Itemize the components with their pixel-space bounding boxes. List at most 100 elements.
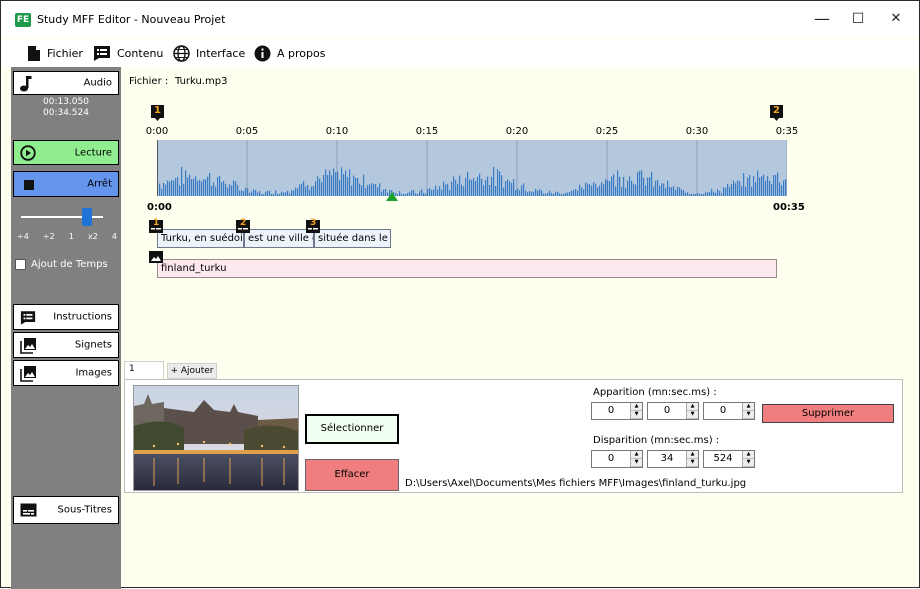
subtitle-block[interactable]: est une ville d <box>244 229 314 248</box>
waveform-bar <box>423 192 425 196</box>
close-button[interactable]: ✕ <box>881 7 911 31</box>
image-marker-icon[interactable] <box>149 251 163 263</box>
subtitles-button[interactable]: Sous-Titres <box>13 496 119 524</box>
waveform-bar <box>759 177 761 196</box>
waveform-bar <box>435 185 437 196</box>
play-circle-icon <box>20 145 36 161</box>
waveform-bar <box>717 189 719 196</box>
menu-about[interactable]: A propos <box>254 43 325 63</box>
waveform-bar <box>589 184 591 196</box>
select-image-button[interactable]: Sélectionner <box>305 414 399 444</box>
subtitle-text: est une ville d <box>248 233 314 244</box>
add-image-tab[interactable]: + Ajouter <box>167 363 217 379</box>
subtitle-index: 3 <box>310 218 317 228</box>
disappear-minutes-value[interactable]: 0 <box>592 451 630 467</box>
spin-down-icon[interactable]: ▼ <box>687 459 698 467</box>
waveform-bar <box>619 176 621 196</box>
appear-minutes-value[interactable]: 0 <box>592 403 630 419</box>
waveform-bar <box>511 182 513 196</box>
waveform-bar <box>581 187 583 196</box>
delete-image-button[interactable]: Supprimer <box>762 404 894 423</box>
subtitle-marker-icon[interactable]: 1 <box>149 218 163 233</box>
waveform-bar <box>537 190 539 196</box>
appear-ms-value[interactable]: 0 <box>704 403 742 419</box>
appear-seconds-value[interactable]: 0 <box>648 403 686 419</box>
spin-down-icon[interactable]: ▼ <box>743 411 754 419</box>
waveform-bar <box>781 185 783 196</box>
spin-up-icon[interactable]: ▲ <box>743 403 754 411</box>
images-button[interactable]: Images <box>13 360 119 386</box>
timeline-tick-label: 0:25 <box>595 126 619 137</box>
appear-label: Apparition (mn:sec.ms) : <box>593 387 717 398</box>
waveform-bar <box>709 191 711 196</box>
spin-down-icon[interactable]: ▼ <box>687 411 698 419</box>
stop-button[interactable]: Arrêt <box>13 171 119 197</box>
add-time-checkbox[interactable]: Ajout de Temps <box>15 259 108 270</box>
menu-file[interactable]: Fichier <box>27 43 83 63</box>
disappear-seconds-value[interactable]: 34 <box>648 451 686 467</box>
spin-up-icon[interactable]: ▲ <box>631 403 642 411</box>
waveform-bar <box>171 180 173 196</box>
bookmarks-button[interactable]: Signets <box>13 332 119 358</box>
disappear-seconds-spinner[interactable]: 34 ▲ ▼ <box>647 450 699 468</box>
menu-content[interactable]: Contenu <box>93 43 163 63</box>
menu-interface[interactable]: Interface <box>173 43 245 63</box>
waveform-bar <box>191 179 193 196</box>
waveform-bar <box>237 184 239 196</box>
subtitle-block[interactable]: située dans le S <box>314 229 391 248</box>
waveform-bar <box>691 194 693 196</box>
start-marker[interactable]: 1 <box>151 105 164 121</box>
audio-waveform[interactable] <box>156 140 788 196</box>
spin-up-icon[interactable]: ▲ <box>687 451 698 459</box>
menu-interface-label: Interface <box>196 46 246 60</box>
instructions-button[interactable]: Instructions <box>13 304 119 330</box>
spin-down-icon[interactable]: ▼ <box>631 459 642 467</box>
appear-ms-spinner[interactable]: 0 ▲ ▼ <box>703 402 755 420</box>
add-time-checkbox-box[interactable] <box>15 259 26 270</box>
speed-slider-thumb[interactable] <box>82 208 92 226</box>
audio-button[interactable]: Audio <box>13 71 119 95</box>
disappear-ms-spinner[interactable]: 524 ▲ ▼ <box>703 450 755 468</box>
waveform-bar <box>159 183 161 196</box>
start-marker-label: 1 <box>154 105 161 116</box>
appear-seconds-spinner[interactable]: 0 ▲ ▼ <box>647 402 699 420</box>
maximize-button[interactable]: ☐ <box>843 7 873 31</box>
waveform-bar <box>499 171 501 196</box>
waveform-bar <box>441 189 443 196</box>
minimize-button[interactable]: — <box>807 7 837 31</box>
waveform-bar <box>351 185 353 196</box>
spin-up-icon[interactable]: ▲ <box>687 403 698 411</box>
waveform-bar <box>475 180 477 196</box>
disappear-minutes-spinner[interactable]: 0 ▲ ▼ <box>591 450 643 468</box>
spin-up-icon[interactable]: ▲ <box>631 451 642 459</box>
play-button[interactable]: Lecture <box>13 140 119 165</box>
subtitle-marker-icon[interactable]: 2 <box>236 218 250 233</box>
image-tab-1[interactable]: 1 <box>124 361 164 379</box>
image-track-block[interactable]: finland_turku <box>157 259 777 278</box>
waveform-bar <box>553 194 555 196</box>
waveform-bar <box>711 188 713 196</box>
file-name: Turku.mp3 <box>175 76 228 87</box>
playhead-marker[interactable] <box>385 192 398 201</box>
subtitle-marker-icon[interactable]: 3 <box>306 218 320 233</box>
appear-minutes-spinner[interactable]: 0 ▲ ▼ <box>591 402 643 420</box>
waveform-bar <box>633 183 635 196</box>
waveform-bar <box>399 191 401 196</box>
spin-down-icon[interactable]: ▼ <box>631 411 642 419</box>
waveform-bar <box>715 192 717 196</box>
waveform-bar <box>345 170 347 196</box>
waveform-bar <box>731 183 733 196</box>
spin-up-icon[interactable]: ▲ <box>743 451 754 459</box>
end-marker[interactable]: 2 <box>770 105 783 121</box>
waveform-bar <box>465 177 467 196</box>
waveform-bar <box>517 188 519 196</box>
disappear-ms-value[interactable]: 524 <box>704 451 742 467</box>
subtitle-block[interactable]: Turku, en suédois <box>157 229 244 248</box>
waveform-bar <box>685 193 687 196</box>
waveform-bar <box>227 187 229 196</box>
waveform-bar <box>637 172 639 196</box>
waveform-bar <box>707 192 709 196</box>
spin-down-icon[interactable]: ▼ <box>743 459 754 467</box>
erase-image-button[interactable]: Effacer <box>305 459 399 491</box>
end-marker-label: 2 <box>773 105 780 116</box>
